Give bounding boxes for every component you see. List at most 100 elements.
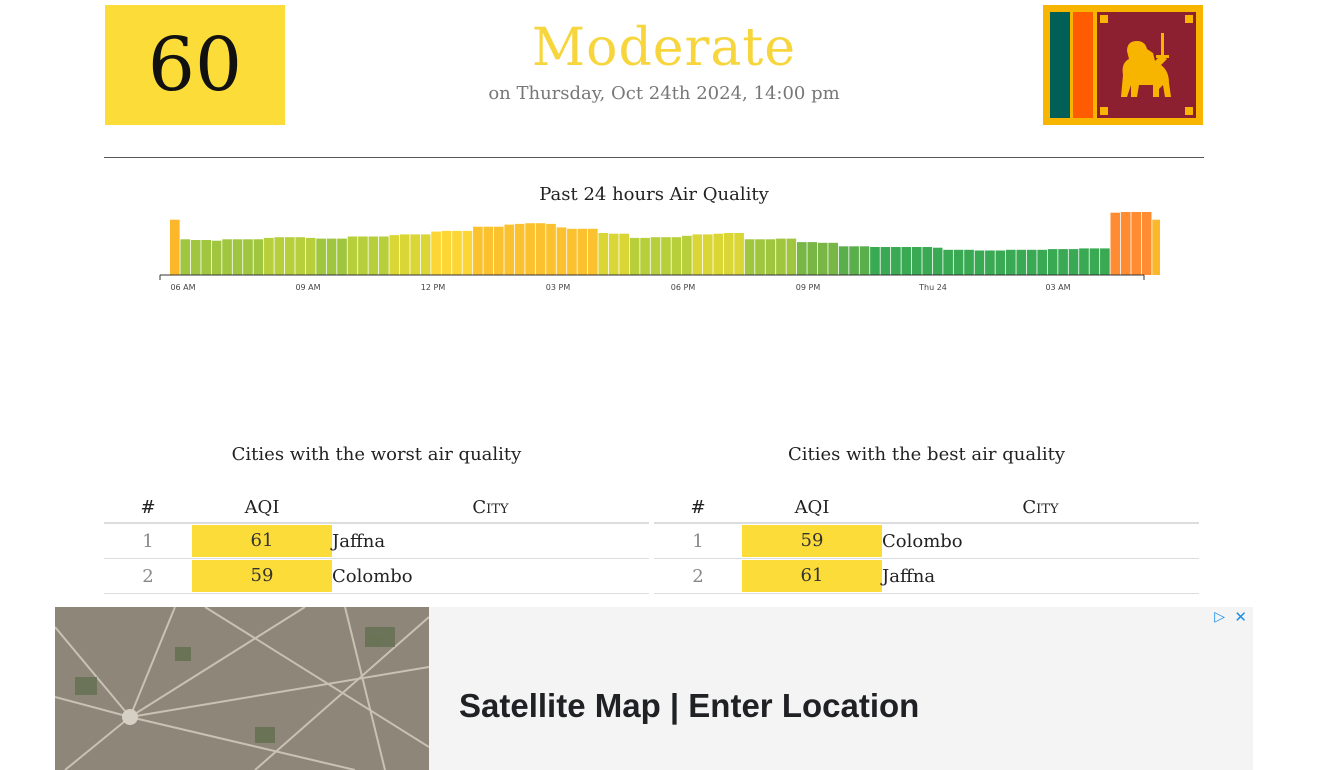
- chart-bar[interactable]: [650, 237, 661, 275]
- chart-bar[interactable]: [922, 247, 933, 275]
- chart-bar[interactable]: [619, 233, 629, 275]
- chart-bar[interactable]: [682, 235, 692, 275]
- chart-bar[interactable]: [326, 238, 337, 275]
- chart-bar[interactable]: [1079, 248, 1089, 275]
- chart-bar[interactable]: [974, 250, 985, 276]
- ad-headline[interactable]: Satellite Map | Enter Location: [459, 687, 919, 725]
- adchoices-icon[interactable]: ▷: [1214, 609, 1225, 625]
- chart-bar[interactable]: [389, 235, 400, 275]
- chart-bar[interactable]: [891, 247, 901, 275]
- chart-bar[interactable]: [734, 233, 744, 275]
- chart-bar[interactable]: [1089, 248, 1100, 275]
- chart-bar[interactable]: [713, 233, 724, 275]
- chart-bar[interactable]: [870, 247, 880, 275]
- chart-bar[interactable]: [170, 219, 180, 275]
- table-row[interactable]: 1 59 Colombo: [654, 523, 1199, 559]
- chart-bar[interactable]: [932, 247, 943, 275]
- chart-bar[interactable]: [838, 246, 849, 275]
- chart-bar[interactable]: [1016, 249, 1027, 275]
- chart-bar[interactable]: [598, 233, 609, 275]
- chart-bar[interactable]: [985, 250, 995, 276]
- chart-bar[interactable]: [556, 227, 567, 275]
- city-link[interactable]: Colombo: [882, 523, 1199, 559]
- chart-bar[interactable]: [629, 237, 640, 275]
- chart-bar[interactable]: [483, 226, 494, 275]
- chart-bar[interactable]: [347, 236, 358, 276]
- chart-bar[interactable]: [441, 230, 452, 275]
- city-link[interactable]: Jaffna: [882, 558, 1199, 594]
- chart-bar[interactable]: [462, 230, 473, 275]
- chart-bar[interactable]: [567, 228, 577, 275]
- chart-bar[interactable]: [1006, 249, 1016, 275]
- chart-bar[interactable]: [943, 249, 953, 275]
- chart-bar[interactable]: [410, 234, 420, 275]
- chart-bar[interactable]: [640, 237, 650, 275]
- chart-bar[interactable]: [222, 239, 232, 275]
- chart-bar[interactable]: [514, 223, 525, 275]
- chart-bar[interactable]: [1141, 212, 1152, 275]
- city-link[interactable]: Colombo: [332, 558, 649, 594]
- chart-bar[interactable]: [420, 234, 431, 275]
- chart-bar[interactable]: [264, 237, 274, 275]
- chart-bar[interactable]: [797, 242, 807, 275]
- chart-bar[interactable]: [828, 242, 838, 275]
- chart-bar[interactable]: [525, 223, 535, 275]
- chart-bar[interactable]: [1068, 249, 1079, 275]
- chart-bar[interactable]: [316, 238, 326, 275]
- chart-bar[interactable]: [880, 247, 891, 275]
- ad-banner[interactable]: Satellite Map | Enter Location ▷ ✕: [55, 607, 1253, 770]
- table-row[interactable]: 1 61 Jaffna: [104, 523, 649, 559]
- chart-bar[interactable]: [504, 224, 515, 275]
- chart-bar[interactable]: [608, 233, 619, 275]
- city-link[interactable]: Jaffna: [332, 523, 649, 559]
- chart-bar[interactable]: [295, 237, 306, 275]
- chart-bar[interactable]: [284, 237, 295, 275]
- chart-bar[interactable]: [1131, 212, 1142, 275]
- chart-bar[interactable]: [1037, 249, 1047, 275]
- chart-bar[interactable]: [1047, 249, 1058, 275]
- chart-bar[interactable]: [473, 226, 483, 275]
- chart-bar[interactable]: [692, 234, 703, 275]
- chart-bar[interactable]: [1100, 248, 1110, 275]
- chart-bar[interactable]: [452, 230, 462, 275]
- chart-bar[interactable]: [379, 236, 389, 276]
- chart-bar[interactable]: [911, 247, 922, 275]
- chart-bar[interactable]: [859, 246, 870, 275]
- chart-bar[interactable]: [337, 238, 347, 275]
- chart-bar[interactable]: [274, 237, 285, 275]
- chart-bar[interactable]: [1152, 219, 1160, 275]
- chart-bar[interactable]: [1026, 249, 1037, 275]
- chart-bar[interactable]: [358, 236, 368, 276]
- chart-bar[interactable]: [211, 240, 222, 275]
- chart-bar[interactable]: [180, 239, 191, 275]
- chart-bar[interactable]: [493, 226, 504, 275]
- chart-bar[interactable]: [431, 231, 441, 275]
- chart-bar[interactable]: [1110, 212, 1121, 275]
- close-icon[interactable]: ✕: [1234, 608, 1247, 626]
- chart-bar[interactable]: [661, 237, 671, 275]
- chart-bar[interactable]: [1120, 212, 1131, 275]
- chart-bar[interactable]: [1058, 249, 1068, 275]
- chart-bar[interactable]: [901, 247, 912, 275]
- table-row[interactable]: 2 61 Jaffna: [654, 558, 1199, 594]
- chart-bar[interactable]: [253, 239, 264, 275]
- chart-bar[interactable]: [702, 234, 713, 275]
- chart-bar[interactable]: [190, 240, 201, 275]
- chart-bar[interactable]: [765, 239, 776, 275]
- chart-bar[interactable]: [671, 237, 682, 275]
- chart-bar[interactable]: [201, 240, 211, 275]
- chart-bar[interactable]: [786, 238, 797, 275]
- table-row[interactable]: 2 59 Colombo: [104, 558, 649, 594]
- satellite-map-image[interactable]: [55, 607, 429, 770]
- chart-bar[interactable]: [723, 233, 734, 275]
- chart-bar[interactable]: [849, 246, 859, 275]
- chart-bar[interactable]: [807, 242, 818, 275]
- chart-bar[interactable]: [953, 249, 964, 275]
- chart-bar[interactable]: [546, 223, 556, 275]
- chart-bar[interactable]: [232, 239, 243, 275]
- chart-bar[interactable]: [535, 223, 546, 275]
- chart-bar[interactable]: [995, 250, 1006, 276]
- chart-bar[interactable]: [755, 239, 765, 275]
- chart-bar[interactable]: [964, 249, 974, 275]
- chart-bar[interactable]: [243, 239, 253, 275]
